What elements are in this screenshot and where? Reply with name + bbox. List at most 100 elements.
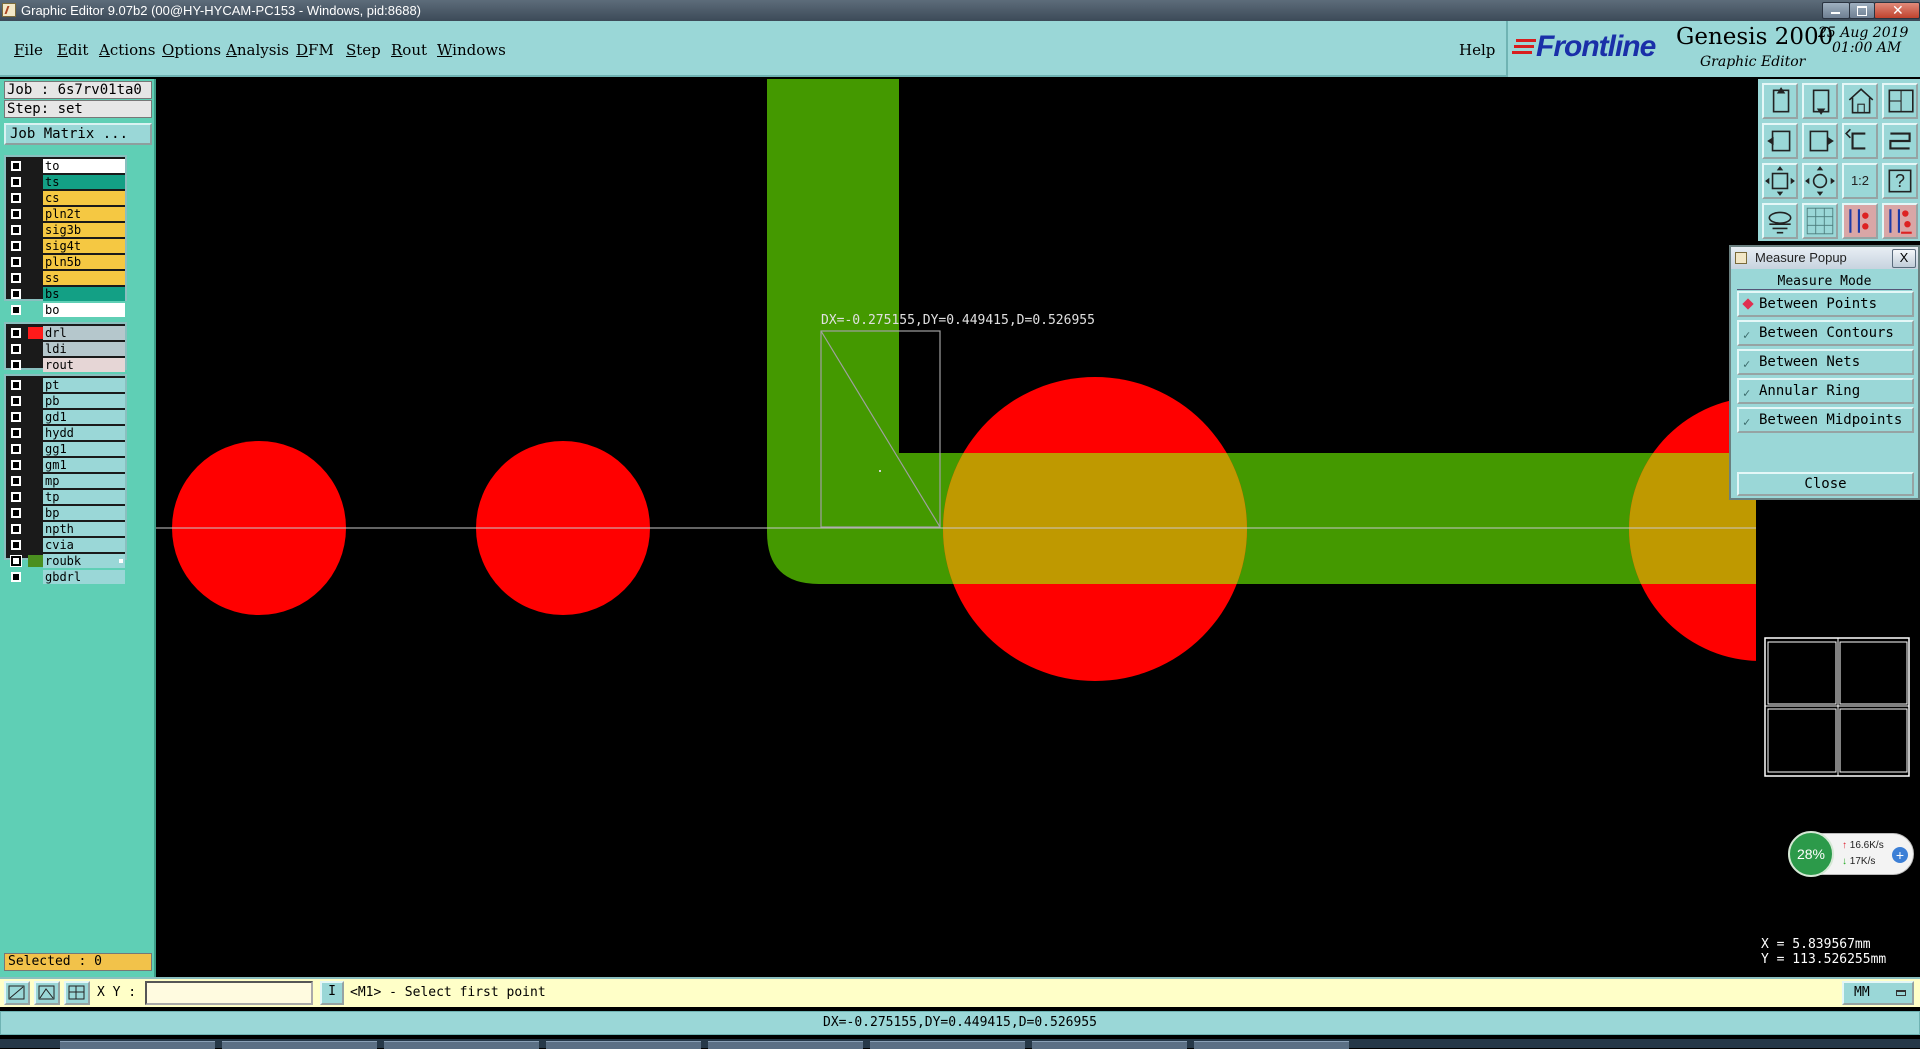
layer-row-sig3b[interactable]: sig3b	[6, 223, 125, 237]
xy-input[interactable]	[145, 981, 313, 1005]
layer-name[interactable]: ldi	[43, 342, 125, 356]
layer-name[interactable]: cs	[43, 191, 125, 205]
layer-checkbox[interactable]	[11, 396, 21, 406]
layer-checkbox[interactable]	[11, 273, 21, 283]
layer-name[interactable]: gbdrl	[43, 570, 125, 584]
zoom-center-button[interactable]	[1802, 163, 1838, 199]
layer-row-ldi[interactable]: ldi	[6, 342, 125, 356]
mode-between-points[interactable]: Between Points	[1737, 291, 1914, 317]
minimize-button[interactable]	[1822, 2, 1850, 19]
layer-row-rout[interactable]: rout	[6, 358, 125, 372]
layer-name[interactable]: gm1	[43, 458, 125, 472]
zoom-fit-button[interactable]	[1762, 163, 1798, 199]
layer-checkbox[interactable]	[11, 524, 21, 534]
step-minimap[interactable]	[1763, 636, 1911, 778]
layer-row-bp[interactable]: bp	[6, 506, 125, 520]
layer-checkbox[interactable]	[11, 460, 21, 470]
grid-button[interactable]	[1802, 203, 1838, 239]
menu-help[interactable]: Help	[1459, 41, 1495, 59]
layer-checkbox[interactable]	[11, 444, 21, 454]
layer-row-hydd[interactable]: hydd	[6, 426, 125, 440]
unit-selector[interactable]: MM	[1842, 981, 1914, 1005]
layer-row-gd1[interactable]: gd1	[6, 410, 125, 424]
pan-right-button[interactable]	[1802, 123, 1838, 159]
layer-name[interactable]: cvia	[43, 538, 125, 552]
pan-left-button[interactable]	[1762, 123, 1798, 159]
layer-row-cvia[interactable]: cvia	[6, 538, 125, 552]
redo-view-button[interactable]	[1882, 123, 1918, 159]
layer-row-to[interactable]: to	[6, 159, 125, 173]
menu-step[interactable]: Step	[346, 41, 381, 59]
layer-row-bo[interactable]: bo	[6, 303, 125, 317]
layer-name[interactable]: sig4t	[43, 239, 125, 253]
layer-checkbox[interactable]	[11, 305, 21, 315]
cpu-percent-badge[interactable]: 28%	[1788, 831, 1834, 877]
mode-between-contours[interactable]: ✓ Between Contours	[1737, 320, 1914, 346]
layer-name[interactable]: rout	[43, 358, 125, 372]
menu-dfm[interactable]: DFM	[296, 41, 334, 59]
layer-checkbox[interactable]	[11, 225, 21, 235]
layer-name[interactable]: bo	[43, 303, 125, 317]
layer-checkbox[interactable]	[11, 360, 21, 370]
popup-close-button[interactable]: Close	[1737, 472, 1914, 496]
draw-line-button[interactable]	[4, 981, 30, 1005]
undo-view-button[interactable]	[1842, 123, 1878, 159]
layer-row-gbdrl[interactable]: gbdrl	[6, 570, 125, 584]
home-button[interactable]	[1842, 83, 1878, 119]
layer-row-pln5b[interactable]: pln5b	[6, 255, 125, 269]
layer-checkbox[interactable]	[11, 257, 21, 267]
graphics-canvas[interactable]: DX=-0.275155,DY=0.449415,D=0.526955	[156, 79, 1756, 977]
layer-row-gg1[interactable]: gg1	[6, 442, 125, 456]
layer-row-pln2t[interactable]: pln2t	[6, 207, 125, 221]
layer-checkbox[interactable]	[10, 555, 22, 567]
layer-checkbox[interactable]	[11, 476, 21, 486]
layer-name[interactable]: sig3b	[43, 223, 125, 237]
mode-between-midpoints[interactable]: ✓ Between Midpoints	[1737, 407, 1914, 433]
job-matrix-button[interactable]: Job Matrix ...	[4, 123, 152, 145]
layer-row-pb[interactable]: pb	[6, 394, 125, 408]
help-button[interactable]: ?	[1882, 163, 1918, 199]
layer-name[interactable]: tp	[43, 490, 125, 504]
layer-row-drl[interactable]: drl	[6, 326, 125, 340]
layer-name[interactable]: pt	[43, 378, 125, 392]
layer-checkbox[interactable]	[11, 193, 21, 203]
layer-checkbox[interactable]	[11, 380, 21, 390]
layer-row-bs[interactable]: bs	[6, 287, 125, 301]
popup-close-x-button[interactable]: X	[1892, 249, 1916, 268]
layer-checkbox[interactable]	[11, 540, 21, 550]
layer-row-ts[interactable]: ts	[6, 175, 125, 189]
layer-row-mp[interactable]: mp	[6, 474, 125, 488]
layer-name[interactable]: gg1	[43, 442, 125, 456]
snap-button[interactable]	[1762, 203, 1798, 239]
mode-annular-ring[interactable]: ✓ Annular Ring	[1737, 378, 1914, 404]
panes-button[interactable]	[1882, 83, 1918, 119]
layer-row-pt[interactable]: pt	[6, 378, 125, 392]
menu-rout[interactable]: Rout	[391, 41, 427, 59]
layer-checkbox[interactable]	[11, 412, 21, 422]
layer-name[interactable]: drl	[43, 326, 125, 340]
layer-row-cs[interactable]: cs	[6, 191, 125, 205]
view-down-button[interactable]	[1802, 83, 1838, 119]
layer-row-roubk[interactable]: roubk	[6, 554, 125, 568]
view-up-button[interactable]	[1762, 83, 1798, 119]
menu-analysis[interactable]: Analysis	[226, 41, 289, 59]
menu-windows[interactable]: Windows	[437, 41, 506, 59]
layer-checkbox[interactable]	[11, 428, 21, 438]
layer-checkbox[interactable]	[11, 241, 21, 251]
speed-widget-plus-button[interactable]: +	[1892, 847, 1908, 863]
command-input-button[interactable]: I	[320, 981, 344, 1005]
layer-name[interactable]: hydd	[43, 426, 125, 440]
grid-snap-button[interactable]	[64, 981, 90, 1005]
menu-edit[interactable]: Edit	[57, 41, 88, 59]
menu-file[interactable]: File	[14, 41, 43, 59]
layer-checkbox[interactable]	[11, 572, 21, 582]
layer-checkbox[interactable]	[11, 177, 21, 187]
layer-row-sig4t[interactable]: sig4t	[6, 239, 125, 253]
layer-name[interactable]: mp	[43, 474, 125, 488]
layer-name[interactable]: npth	[43, 522, 125, 536]
layer-row-gm1[interactable]: gm1	[6, 458, 125, 472]
mode-between-nets[interactable]: ✓ Between Nets	[1737, 349, 1914, 375]
layer-row-tp[interactable]: tp	[6, 490, 125, 504]
layer-checkbox[interactable]	[11, 161, 21, 171]
layer-checkbox[interactable]	[11, 344, 21, 354]
